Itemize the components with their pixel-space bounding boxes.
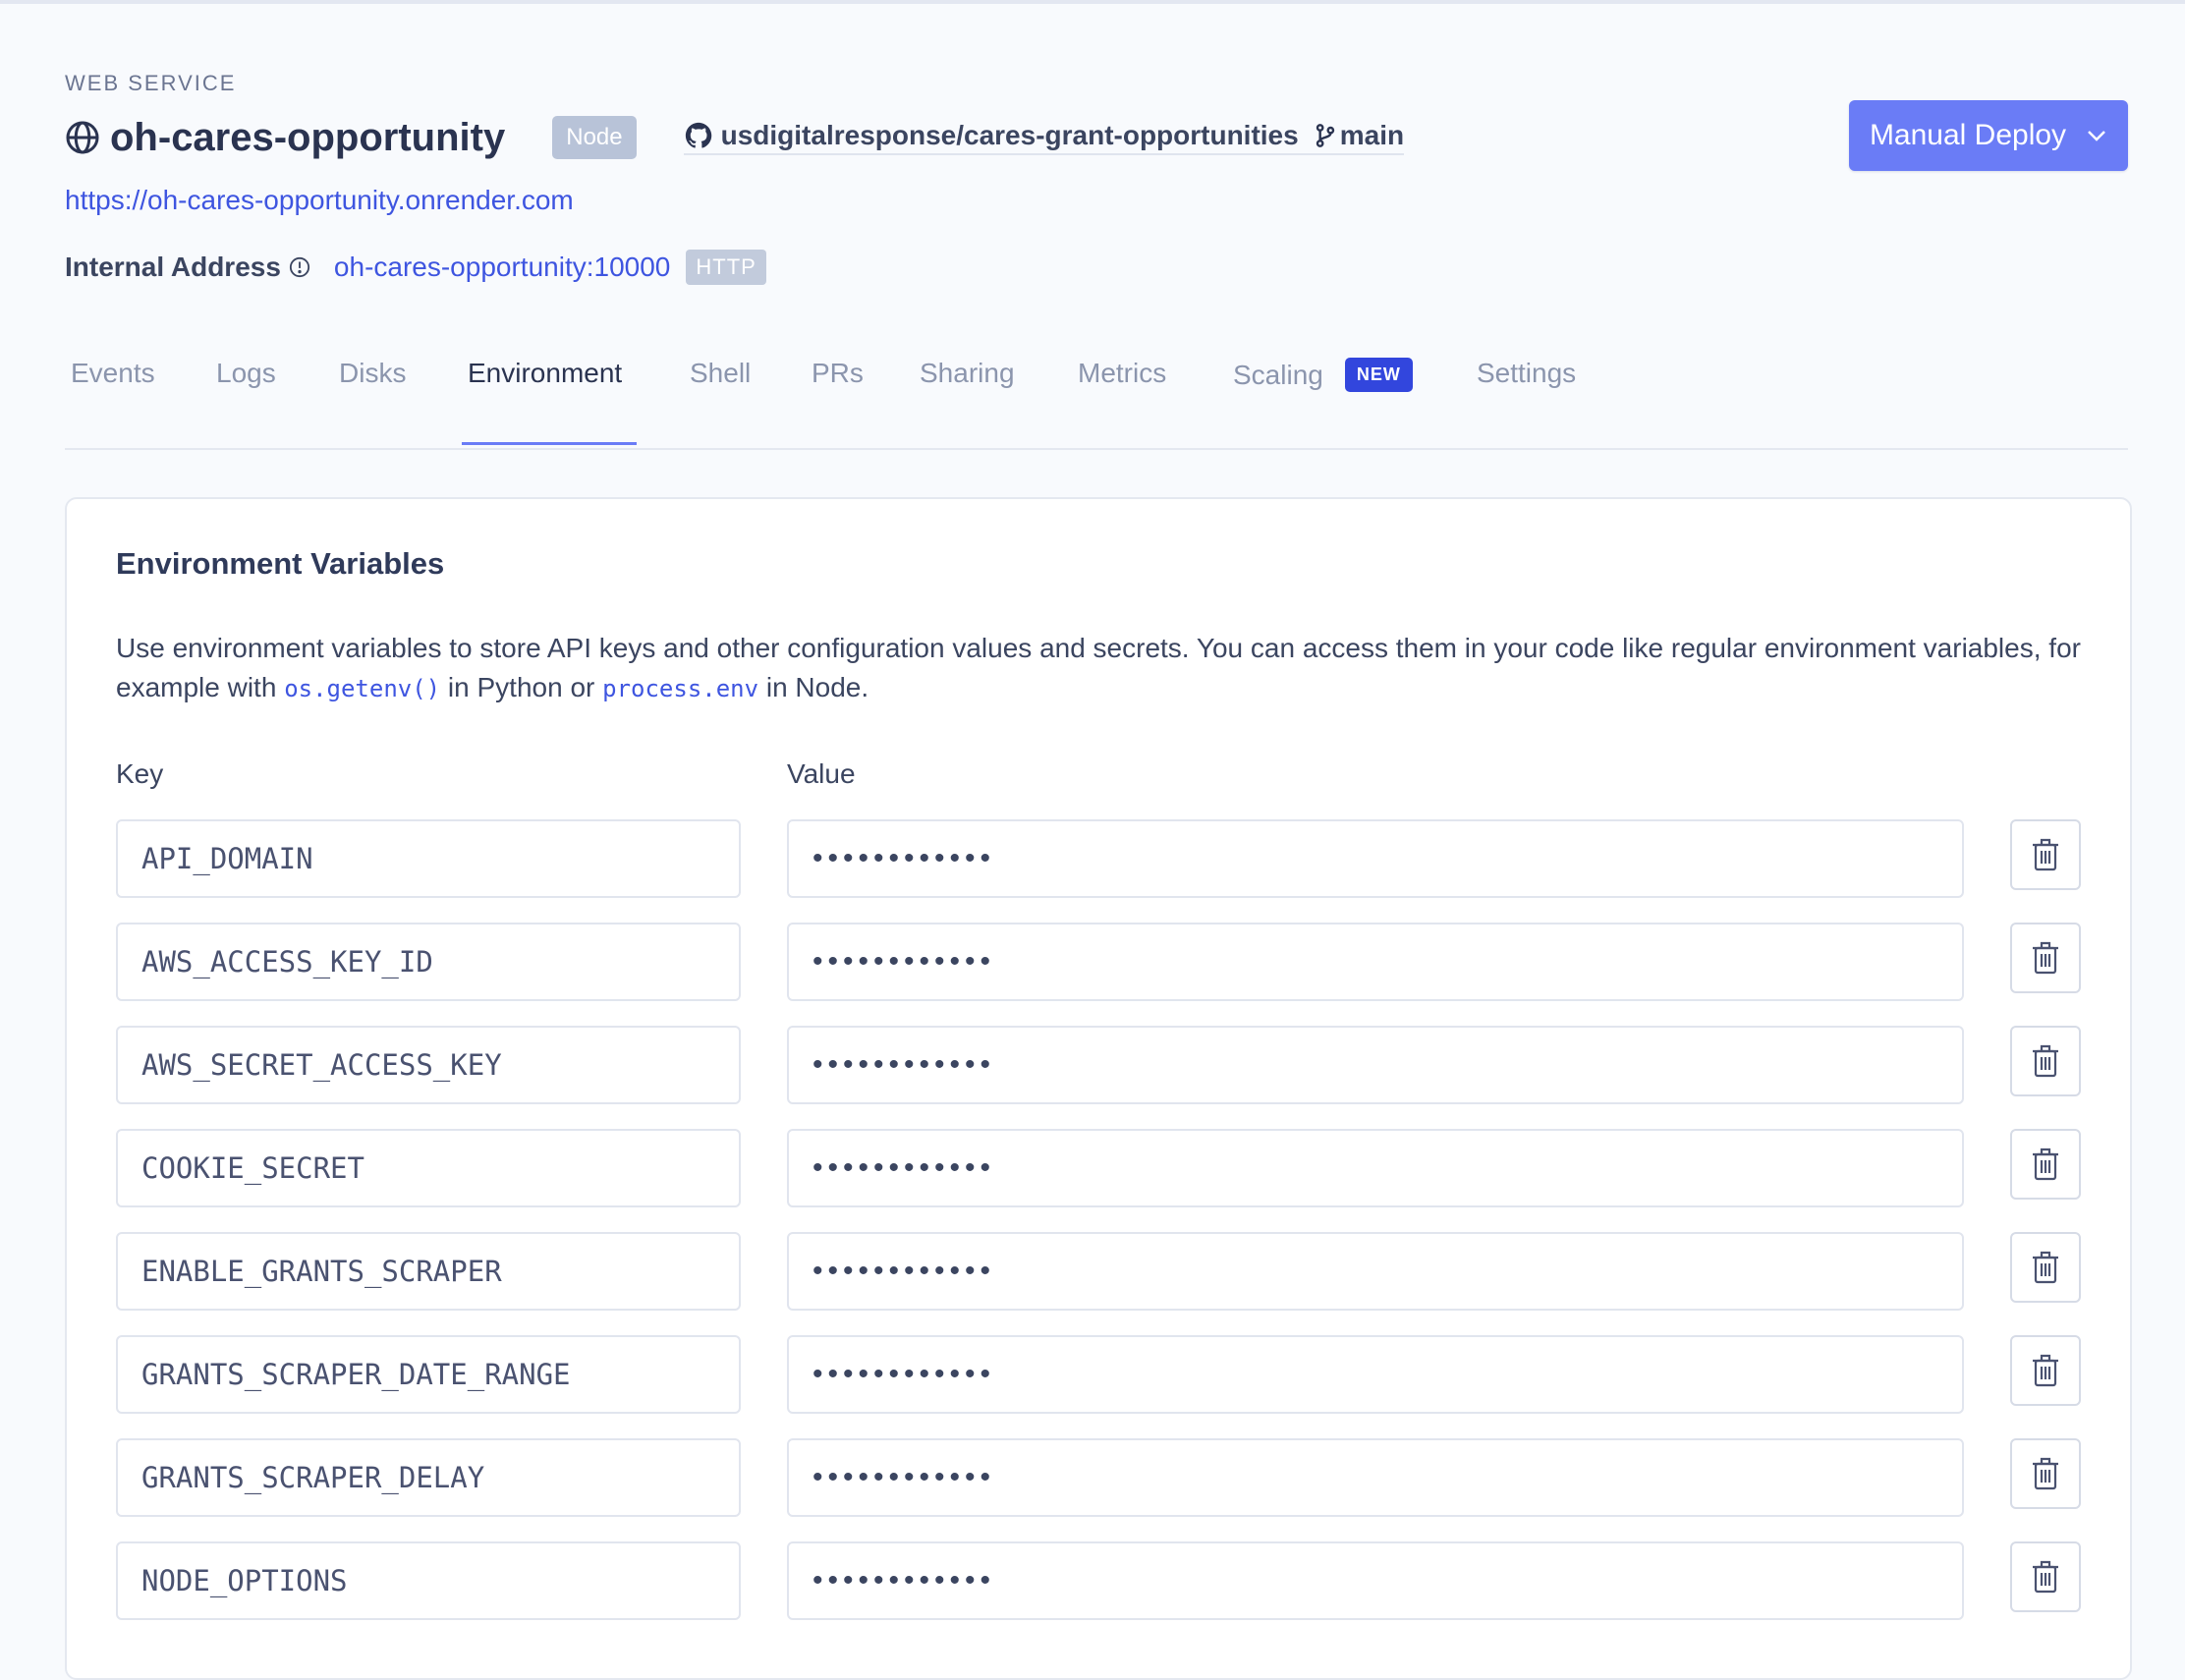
delete-env-var-button[interactable] [2010, 1026, 2081, 1096]
service-type-label: WEB SERVICE [65, 71, 237, 95]
trash-icon [2033, 1354, 2058, 1387]
trash-icon [2033, 1457, 2058, 1490]
env-key-input[interactable]: GRANTS_SCRAPER_DELAY [116, 1438, 741, 1517]
env-value-input[interactable]: •••••••••••• [787, 1026, 1964, 1104]
env-value-input[interactable]: •••••••••••• [787, 923, 1964, 1001]
card-title: Environment Variables [116, 546, 445, 581]
env-key-input[interactable]: AWS_SECRET_ACCESS_KEY [116, 1026, 741, 1104]
info-icon[interactable] [289, 256, 310, 278]
value-column-header: Value [787, 758, 856, 789]
tab-events[interactable]: Events [71, 358, 155, 389]
env-var-row: API_DOMAIN •••••••••••• [116, 819, 2081, 898]
service-url-link[interactable]: https://oh-cares-opportunity.onrender.co… [65, 185, 574, 216]
env-value-input[interactable]: •••••••••••• [787, 819, 1964, 898]
trash-icon [2033, 941, 2058, 975]
tab-scaling[interactable]: Scaling NEW [1233, 358, 1413, 392]
protocol-badge: HTTP [686, 250, 766, 285]
internal-address-row: Internal Address oh-cares-opportunity:10… [65, 246, 766, 289]
delete-env-var-button[interactable] [2010, 1335, 2081, 1406]
service-page: WEB SERVICE oh-cares-opportunity Node us… [65, 0, 2132, 1680]
env-var-row: GRANTS_SCRAPER_DELAY •••••••••••• [116, 1438, 2081, 1517]
tab-environment[interactable]: Environment [468, 358, 622, 389]
repo-name: usdigitalresponse/cares-grant-opportunit… [720, 120, 1299, 150]
env-key-input[interactable]: AWS_ACCESS_KEY_ID [116, 923, 741, 1001]
env-key-input[interactable]: NODE_OPTIONS [116, 1541, 741, 1620]
code-os-getenv: os.getenv() [284, 675, 441, 702]
branch-name: main [1339, 120, 1405, 150]
desc-text-3: in Node. [758, 672, 869, 702]
manual-deploy-label: Manual Deploy [1869, 119, 2067, 151]
delete-env-var-button[interactable] [2010, 923, 2081, 993]
tab-scaling-label: Scaling [1233, 359, 1323, 390]
env-var-row: COOKIE_SECRET •••••••••••• [116, 1129, 2081, 1207]
env-var-list: API_DOMAIN •••••••••••• AWS_ACCESS_KEY_I… [116, 819, 2081, 1645]
card-description: Use environment variables to store API k… [116, 629, 2081, 708]
tab-metrics[interactable]: Metrics [1078, 358, 1166, 389]
tab-prs[interactable]: PRs [812, 358, 864, 389]
env-key-input[interactable]: API_DOMAIN [116, 819, 741, 898]
chevron-down-icon [2088, 131, 2105, 141]
tab-bar: Events Logs Disks Environment Shell PRs … [65, 344, 2128, 450]
delete-env-var-button[interactable] [2010, 1232, 2081, 1303]
env-value-input[interactable]: •••••••••••• [787, 1541, 1964, 1620]
trash-icon [2033, 1560, 2058, 1594]
tab-disks[interactable]: Disks [339, 358, 406, 389]
tab-shell[interactable]: Shell [690, 358, 751, 389]
internal-address-label: Internal Address [65, 252, 281, 282]
tab-settings[interactable]: Settings [1477, 358, 1576, 389]
new-badge: NEW [1344, 358, 1413, 392]
key-column-header: Key [116, 758, 164, 789]
code-process-env: process.env [602, 675, 759, 702]
manual-deploy-button[interactable]: Manual Deploy [1849, 100, 2128, 171]
environment-variables-card: Environment Variables Use environment va… [65, 497, 2132, 1680]
git-branch-icon [1316, 124, 1334, 147]
env-var-row: ENABLE_GRANTS_SCRAPER •••••••••••• [116, 1232, 2081, 1311]
env-var-row: AWS_ACCESS_KEY_ID •••••••••••• [116, 923, 2081, 1001]
env-key-input[interactable]: COOKIE_SECRET [116, 1129, 741, 1207]
tab-logs[interactable]: Logs [216, 358, 276, 389]
delete-env-var-button[interactable] [2010, 1129, 2081, 1200]
tab-sharing[interactable]: Sharing [920, 358, 1015, 389]
desc-text-2: in Python or [440, 672, 603, 702]
trash-icon [2033, 1044, 2058, 1078]
env-key-input[interactable]: GRANTS_SCRAPER_DATE_RANGE [116, 1335, 741, 1414]
service-name: oh-cares-opportunity [110, 115, 506, 159]
env-key-input[interactable]: ENABLE_GRANTS_SCRAPER [116, 1232, 741, 1311]
active-tab-indicator [462, 442, 637, 445]
env-value-input[interactable]: •••••••••••• [787, 1129, 1964, 1207]
env-value-input[interactable]: •••••••••••• [787, 1438, 1964, 1517]
service-title-row: oh-cares-opportunity Node usdigitalrespo… [65, 110, 1405, 165]
github-icon [685, 122, 711, 148]
runtime-badge: Node [552, 116, 637, 159]
env-var-row: GRANTS_SCRAPER_DATE_RANGE •••••••••••• [116, 1335, 2081, 1414]
repo-link[interactable]: usdigitalresponse/cares-grant-opportunit… [683, 120, 1405, 155]
trash-icon [2033, 1148, 2058, 1181]
internal-address-value: oh-cares-opportunity:10000 [333, 252, 671, 282]
trash-icon [2033, 838, 2058, 871]
delete-env-var-button[interactable] [2010, 1438, 2081, 1509]
globe-icon [66, 121, 99, 154]
delete-env-var-button[interactable] [2010, 819, 2081, 890]
env-value-input[interactable]: •••••••••••• [787, 1232, 1964, 1311]
env-value-input[interactable]: •••••••••••• [787, 1335, 1964, 1414]
delete-env-var-button[interactable] [2010, 1541, 2081, 1612]
env-var-row: NODE_OPTIONS •••••••••••• [116, 1541, 2081, 1620]
trash-icon [2033, 1251, 2058, 1284]
env-var-row: AWS_SECRET_ACCESS_KEY •••••••••••• [116, 1026, 2081, 1104]
